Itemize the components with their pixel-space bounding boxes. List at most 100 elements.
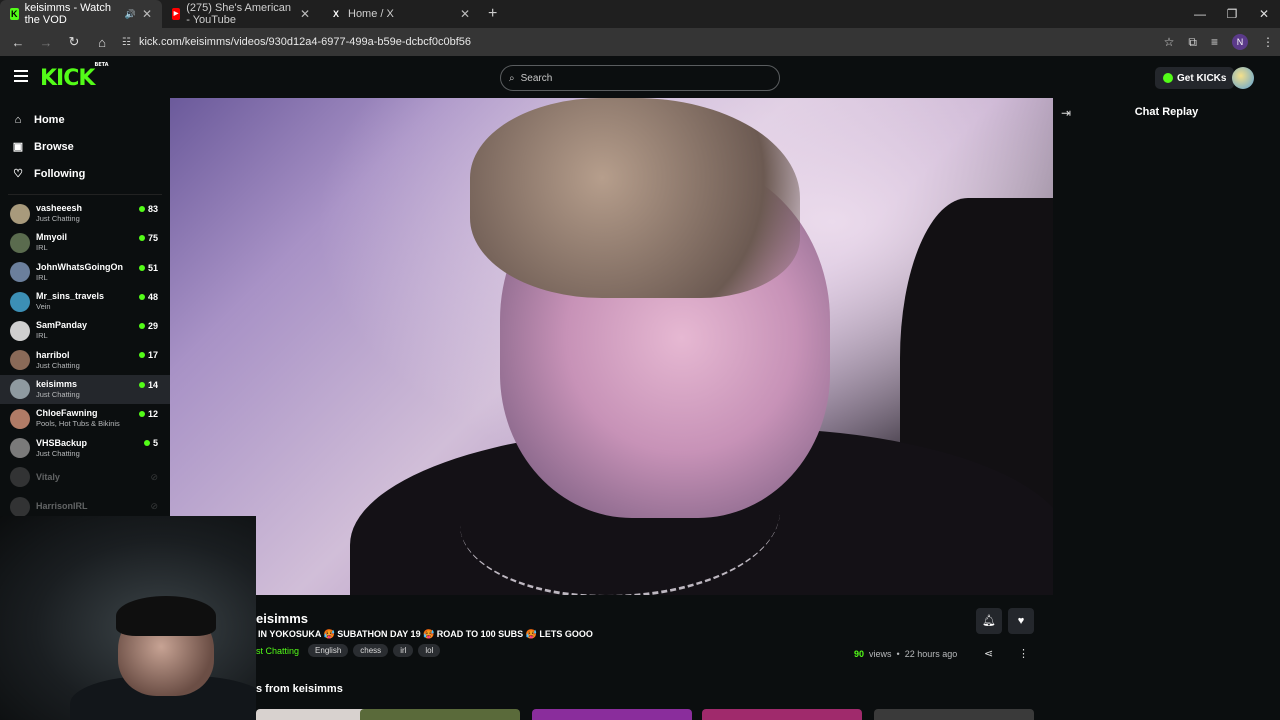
video-info: eisimms IN YOKOSUKA 🥵 SUBATHON DAY 19 🥵 … bbox=[256, 595, 1053, 720]
avatar bbox=[10, 379, 30, 400]
sidebar-channel-harribol[interactable]: harribol Just Chatting 17 bbox=[0, 345, 170, 374]
category-link[interactable]: st Chatting bbox=[256, 646, 299, 656]
browser-tab-bar: K keisimms - Watch the VOD 🔊 ✕ ▶ (275) S… bbox=[0, 0, 1280, 28]
tab-kick-vod[interactable]: K keisimms - Watch the VOD 🔊 ✕ bbox=[0, 0, 162, 28]
share-icon[interactable]: ⋖ bbox=[984, 647, 993, 660]
video-tags: st Chatting English chess irl lol bbox=[256, 644, 441, 657]
tag-chip[interactable]: lol bbox=[418, 644, 441, 657]
maximize-icon[interactable]: ❐ bbox=[1216, 0, 1248, 28]
sidebar-channel-mr_sins_travels[interactable]: Mr_sins_travels Vein 48 bbox=[0, 287, 170, 316]
live-dot-icon bbox=[138, 411, 145, 418]
chat-title: Chat Replay bbox=[1134, 106, 1199, 118]
live-dot-icon bbox=[143, 440, 150, 447]
avatar bbox=[10, 408, 30, 429]
live-dot-icon bbox=[138, 381, 145, 388]
sidebar-item-following[interactable]: ♡ Following bbox=[0, 160, 170, 187]
extensions-icon[interactable]: ⧉ bbox=[1188, 35, 1197, 50]
channel-meta: HarrisonIRL bbox=[36, 501, 88, 512]
site-info-icon[interactable]: ☷ bbox=[122, 37, 131, 48]
channel-name: HarrisonIRL bbox=[36, 501, 88, 512]
sidebar-channel-vhsbackup[interactable]: VHSBackup Just Chatting 5 bbox=[0, 433, 170, 462]
viewer-number: 51 bbox=[147, 262, 158, 273]
more-options-icon[interactable]: ⋮ bbox=[1018, 647, 1029, 660]
sidebar-channel-vitaly[interactable]: Vitaly ⊘ bbox=[0, 463, 170, 492]
channel-meta: ChloeFawning Pools, Hot Tubs & Bikinis bbox=[36, 408, 120, 429]
channel-category: Just Chatting bbox=[36, 448, 80, 458]
url-text: kick.com/keisimms/videos/930d12a4-6977-4… bbox=[138, 36, 471, 48]
search-icon: ⌕ bbox=[509, 72, 515, 84]
viewer-number: 17 bbox=[147, 350, 158, 361]
tag-chip[interactable]: irl bbox=[393, 644, 414, 657]
search-input[interactable]: ⌕ Search bbox=[500, 65, 780, 91]
channel-name: vasheeesh bbox=[36, 203, 83, 214]
speaker-icon[interactable]: 🔊 bbox=[125, 9, 136, 20]
reload-icon[interactable]: ↻ bbox=[62, 34, 86, 50]
profile-avatar[interactable]: N bbox=[1232, 34, 1248, 50]
avatar bbox=[10, 350, 30, 371]
close-tab-icon[interactable]: ✕ bbox=[460, 7, 470, 21]
url-field[interactable]: ☷ kick.com/keisimms/videos/930d12a4-6977… bbox=[122, 36, 471, 48]
tag-chip[interactable]: English bbox=[308, 644, 349, 657]
viewer-count: 5 bbox=[143, 438, 158, 448]
tab-title: Home / X bbox=[348, 8, 394, 20]
back-icon[interactable]: ← bbox=[6, 35, 30, 50]
minimize-icon[interactable]: — bbox=[1184, 0, 1216, 28]
viewer-number: 48 bbox=[147, 291, 158, 302]
browser-menu-icon[interactable]: ⋮ bbox=[1262, 35, 1274, 49]
kick-logo[interactable]: KICKBETA bbox=[40, 62, 109, 91]
video-thumbnail[interactable] bbox=[360, 709, 520, 720]
video-thumbnail[interactable] bbox=[532, 709, 692, 720]
tab-x-home[interactable]: X Home / X ✕ bbox=[320, 0, 480, 28]
sidebar-channel-sampanday[interactable]: SamPanday IRL 29 bbox=[0, 316, 170, 345]
forward-icon[interactable]: → bbox=[34, 35, 58, 50]
live-dot-icon bbox=[138, 352, 145, 359]
sidebar-channel-mmyoil[interactable]: Mmyoil IRL 75 bbox=[0, 228, 170, 257]
avatar bbox=[10, 496, 30, 517]
channel-meta: Mmyoil IRL bbox=[36, 232, 67, 253]
channel-meta: Vitaly bbox=[36, 472, 60, 483]
video-player[interactable] bbox=[170, 98, 1053, 595]
home-browser-icon[interactable]: ⌂ bbox=[90, 35, 114, 50]
sidebar-channel-vasheeesh[interactable]: vasheeesh Just Chatting 83 bbox=[0, 199, 170, 228]
heart-icon: ♥ bbox=[1017, 615, 1025, 627]
avatar bbox=[10, 320, 30, 341]
sidebar-channel-chloefawning[interactable]: ChloeFawning Pools, Hot Tubs & Bikinis 12 bbox=[0, 404, 170, 433]
sidebar-channel-keisimms[interactable]: keisimms Just Chatting 14 bbox=[0, 374, 170, 405]
channel-meta: VHSBackup Just Chatting bbox=[36, 438, 87, 459]
tab-youtube[interactable]: ▶ (275) She's American - YouTube ✕ bbox=[162, 0, 320, 28]
notification-bell-button[interactable]: 🔔︎ bbox=[976, 608, 1002, 634]
collapse-chat-icon[interactable]: ⇥ bbox=[1061, 106, 1071, 120]
close-tab-icon[interactable]: ✕ bbox=[142, 7, 152, 21]
home-icon: ⌂ bbox=[14, 113, 22, 126]
channel-category: Just Chatting bbox=[36, 214, 80, 224]
menu-icon[interactable] bbox=[14, 70, 28, 82]
media-controls-icon[interactable]: ≡ bbox=[1211, 35, 1218, 49]
close-window-icon[interactable]: ✕ bbox=[1248, 0, 1280, 28]
site-header: KICKBETA ⌕ Search Get KICKs bbox=[0, 56, 1280, 98]
channel-category: Vein bbox=[36, 302, 51, 312]
bookmark-star-icon[interactable]: ☆ bbox=[1164, 35, 1175, 49]
sidebar-item-browse[interactable]: ▣ Browse bbox=[0, 133, 170, 160]
time-ago: 22 hours ago bbox=[904, 649, 958, 659]
new-tab-button[interactable]: + bbox=[480, 5, 505, 23]
follow-heart-button[interactable]: ♥ bbox=[1008, 608, 1034, 634]
viewer-number: 14 bbox=[147, 379, 158, 390]
get-kicks-button[interactable]: Get KICKs bbox=[1155, 67, 1235, 89]
channel-category: Pools, Hot Tubs & Bikinis bbox=[36, 419, 120, 429]
close-tab-icon[interactable]: ✕ bbox=[300, 7, 310, 21]
viewer-count: 14 bbox=[138, 379, 158, 390]
video-stats: 90 views • 22 hours ago bbox=[854, 649, 957, 659]
channel-meta: harribol Just Chatting bbox=[36, 350, 80, 371]
viewer-number: 83 bbox=[147, 204, 158, 214]
channel-category: IRL bbox=[36, 243, 48, 253]
video-thumbnail[interactable] bbox=[702, 709, 862, 720]
nav-label: Browse bbox=[34, 140, 74, 153]
streamer-name[interactable]: eisimms bbox=[256, 611, 308, 626]
sidebar-channel-johnwhatsgoingon[interactable]: JohnWhatsGoingOn IRL 51 bbox=[0, 258, 170, 287]
user-avatar[interactable] bbox=[1232, 67, 1254, 89]
sidebar-item-home[interactable]: ⌂ Home bbox=[0, 106, 170, 133]
tag-chip[interactable]: chess bbox=[353, 644, 389, 657]
more-videos-heading: s from keisimms bbox=[256, 683, 343, 695]
channel-name: Mr_sins_travels bbox=[36, 291, 105, 302]
video-thumbnail[interactable] bbox=[874, 709, 1034, 720]
